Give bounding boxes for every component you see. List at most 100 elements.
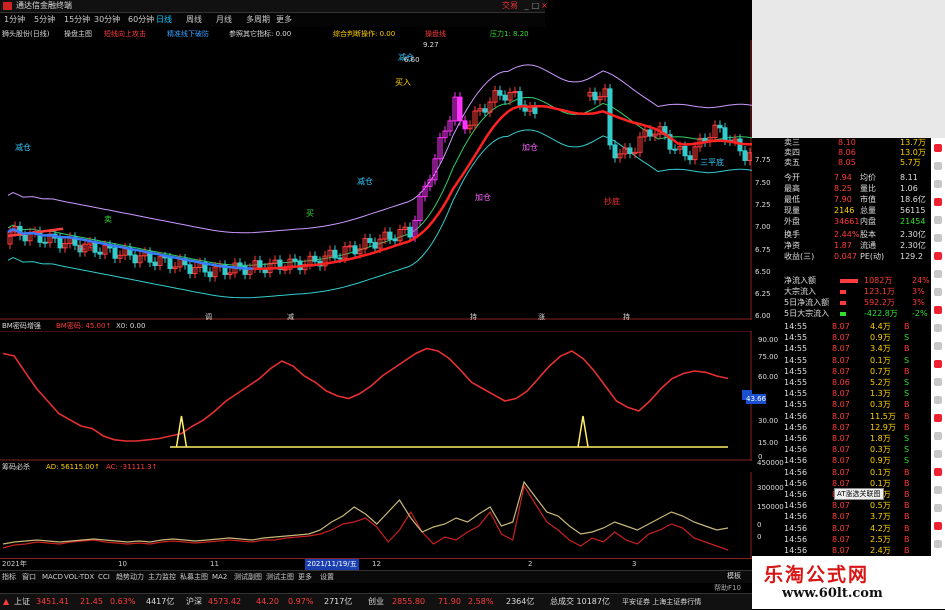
chip-indicator-chart[interactable] bbox=[0, 472, 752, 558]
candle-body[interactable] bbox=[372, 241, 378, 249]
candle-body[interactable] bbox=[347, 245, 353, 248]
index-name[interactable]: 上证 bbox=[14, 594, 30, 610]
indicator-tab-10[interactable]: 测试主图 bbox=[266, 572, 294, 582]
toolbar-tab-2[interactable]: 15分钟 bbox=[64, 13, 90, 27]
index-name[interactable]: 创业 bbox=[368, 594, 384, 610]
sidebar-tool-icon[interactable] bbox=[934, 342, 942, 350]
toolbar-tab-6[interactable]: 周线 bbox=[186, 13, 202, 27]
candle-body[interactable] bbox=[237, 262, 243, 267]
candle-body[interactable] bbox=[517, 91, 523, 106]
toolbar-tab-3[interactable]: 30分钟 bbox=[94, 13, 120, 27]
help-label[interactable]: 帮助F10 bbox=[714, 583, 741, 593]
index-name[interactable]: 沪深 bbox=[186, 594, 202, 610]
indicator-tab-11[interactable]: 更多 bbox=[298, 572, 312, 582]
candle-body[interactable] bbox=[647, 129, 653, 137]
candle-body[interactable] bbox=[457, 96, 463, 122]
candle-body[interactable] bbox=[497, 90, 503, 96]
sidebar-tool-icon[interactable] bbox=[934, 270, 942, 278]
candle-body[interactable] bbox=[742, 150, 748, 161]
sidebar-tool-icon[interactable] bbox=[934, 378, 942, 386]
candle-body[interactable] bbox=[392, 238, 398, 242]
indicator-tab-7[interactable]: 私募主图 bbox=[180, 572, 208, 582]
candle-body[interactable] bbox=[722, 127, 728, 141]
sidebar-tool-icon[interactable] bbox=[934, 288, 942, 296]
toolbar-tab-1[interactable]: 5分钟 bbox=[34, 13, 55, 27]
close-button[interactable]: × bbox=[540, 1, 549, 10]
candle-body[interactable] bbox=[482, 108, 488, 113]
minimize-button[interactable]: _ bbox=[522, 1, 531, 10]
toolbar-tab-4[interactable]: 60分钟 bbox=[128, 13, 154, 27]
candle-body[interactable] bbox=[612, 144, 618, 159]
sidebar-tool-icon[interactable] bbox=[934, 432, 942, 440]
indicator-tab-12[interactable]: 设置 bbox=[320, 572, 334, 582]
candle-body[interactable] bbox=[312, 255, 318, 262]
candle-body[interactable] bbox=[352, 245, 358, 255]
candle-body[interactable] bbox=[42, 241, 48, 244]
candle-body[interactable] bbox=[337, 257, 343, 260]
candle-body[interactable] bbox=[682, 145, 688, 157]
candle-body[interactable] bbox=[672, 148, 678, 151]
sidebar-tool-icon[interactable] bbox=[934, 396, 942, 404]
sidebar-tool-icon[interactable] bbox=[934, 252, 942, 260]
candle-body[interactable] bbox=[407, 226, 413, 238]
sidebar-tool-icon[interactable] bbox=[934, 162, 942, 170]
maximize-button[interactable]: □ bbox=[531, 1, 540, 10]
candle-body[interactable] bbox=[367, 238, 373, 243]
candle-body[interactable] bbox=[502, 94, 508, 101]
sidebar-tool-icon[interactable] bbox=[934, 360, 942, 368]
indicator-tab-4[interactable]: CCI bbox=[98, 572, 110, 582]
bm-indicator-chart[interactable] bbox=[0, 331, 752, 461]
candle-body[interactable] bbox=[717, 124, 723, 129]
candle-body[interactable] bbox=[462, 120, 468, 130]
candle-body[interactable] bbox=[607, 88, 613, 146]
candle-body[interactable] bbox=[22, 234, 28, 242]
candle-body[interactable] bbox=[57, 237, 63, 249]
login-link[interactable]: 交易 bbox=[502, 0, 518, 12]
candle-body[interactable] bbox=[627, 147, 633, 155]
kline-chart[interactable]: 减仓减仓减仓买入加仓加仓三平底抄底抄底买卖9.276.60调减持涨持 bbox=[0, 40, 752, 320]
sidebar-tool-icon[interactable] bbox=[934, 180, 942, 188]
sidebar-tool-icon[interactable] bbox=[934, 450, 942, 458]
template-label[interactable]: 模板 bbox=[727, 571, 741, 581]
indicator-tab-2[interactable]: MACD bbox=[42, 572, 63, 582]
toolbar-tab-8[interactable]: 多周期 bbox=[246, 13, 270, 27]
candle-body[interactable] bbox=[207, 271, 213, 278]
indicator-tab-3[interactable]: VOL-TDX bbox=[64, 572, 94, 582]
candle-body[interactable] bbox=[592, 91, 598, 101]
indicator-tab-1[interactable]: 窗口 bbox=[22, 572, 36, 582]
candle-body[interactable] bbox=[132, 254, 138, 264]
sidebar-tool-icon[interactable] bbox=[934, 198, 942, 206]
sidebar-tool-icon[interactable] bbox=[934, 324, 942, 332]
candle-body[interactable] bbox=[112, 247, 118, 259]
indicator-tab-5[interactable]: 趋势动力 bbox=[116, 572, 144, 582]
main-indicator-name[interactable]: 操盘主图 bbox=[64, 28, 92, 40]
candle-body[interactable] bbox=[167, 257, 173, 270]
panel3-title[interactable]: 筹码必杀 bbox=[2, 462, 30, 472]
toolbar-tab-7[interactable]: 月线 bbox=[216, 13, 232, 27]
indicator-tab-6[interactable]: 主力监控 bbox=[148, 572, 176, 582]
candle-body[interactable] bbox=[282, 268, 288, 271]
toolbar-tab-9[interactable]: 更多 bbox=[276, 13, 292, 27]
candle-body[interactable] bbox=[152, 261, 158, 266]
indicator-tab-0[interactable]: 指标 bbox=[2, 572, 16, 582]
candle-body[interactable] bbox=[512, 91, 518, 94]
candle-body[interactable] bbox=[97, 251, 103, 255]
sidebar-tool-icon[interactable] bbox=[934, 216, 942, 224]
sidebar-tool-icon[interactable] bbox=[934, 414, 942, 422]
sidebar-tool-icon[interactable] bbox=[934, 306, 942, 314]
sidebar-tool-icon[interactable] bbox=[934, 504, 942, 512]
candle-body[interactable] bbox=[332, 249, 338, 259]
sidebar-tool-icon[interactable] bbox=[934, 486, 942, 494]
sidebar-tool-icon[interactable] bbox=[934, 468, 942, 476]
candle-body[interactable] bbox=[257, 260, 263, 269]
sidebar-tool-icon[interactable] bbox=[934, 522, 942, 530]
sidebar-tool-icon[interactable] bbox=[934, 144, 942, 152]
panel2-title[interactable]: BM密码增强 bbox=[2, 321, 41, 331]
toolbar-tab-5[interactable]: 日线 bbox=[156, 13, 172, 27]
indicator-tab-8[interactable]: MA2 bbox=[212, 572, 227, 582]
candle-body[interactable] bbox=[187, 264, 193, 274]
candle-body[interactable] bbox=[387, 231, 393, 240]
sidebar-tool-icon[interactable] bbox=[934, 540, 942, 548]
candle-body[interactable] bbox=[687, 155, 693, 161]
candle-body[interactable] bbox=[532, 106, 538, 114]
